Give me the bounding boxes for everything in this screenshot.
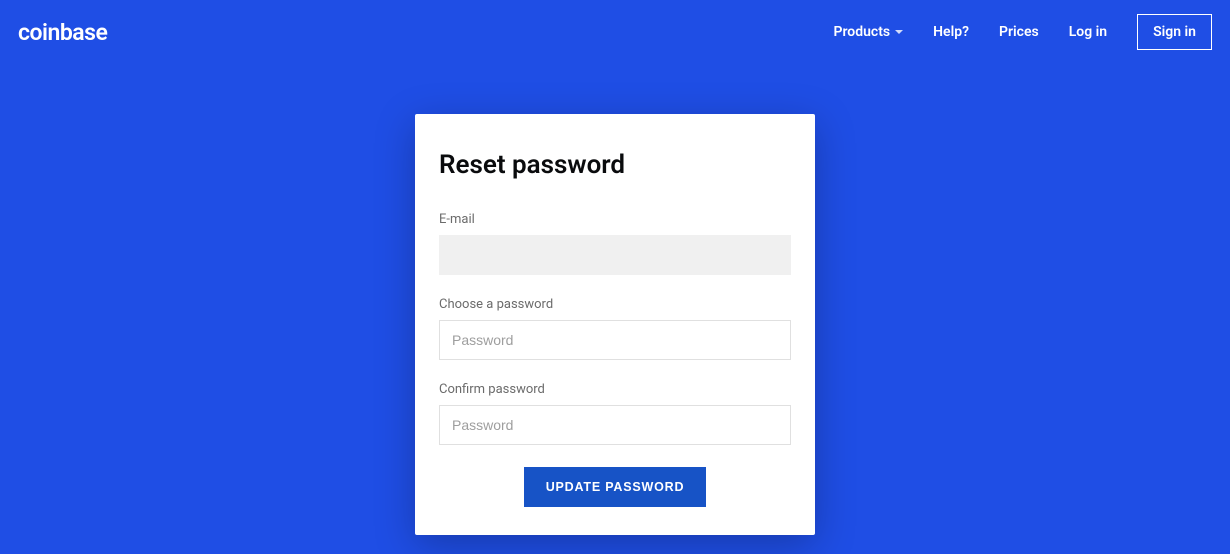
confirm-password-field[interactable]: [439, 405, 791, 445]
nav-products-label: Products: [833, 24, 890, 40]
nav-links: Products Help? Prices Log in Sign in: [833, 14, 1212, 50]
nav-login[interactable]: Log in: [1069, 24, 1107, 40]
choose-password-group: Choose a password: [439, 297, 791, 360]
card-container: Reset password E-mail Choose a password …: [0, 114, 1230, 535]
confirm-password-group: Confirm password: [439, 382, 791, 445]
email-group: E-mail: [439, 212, 791, 275]
submit-wrapper: UPDATE PASSWORD: [439, 467, 791, 507]
nav-help[interactable]: Help?: [933, 24, 969, 40]
choose-password-label: Choose a password: [439, 297, 791, 312]
navbar: coinbase Products Help? Prices Log in Si…: [0, 0, 1230, 64]
reset-password-card: Reset password E-mail Choose a password …: [415, 114, 815, 535]
nav-products[interactable]: Products: [833, 24, 903, 40]
confirm-password-label: Confirm password: [439, 382, 791, 397]
card-title: Reset password: [439, 150, 791, 180]
chevron-down-icon: [895, 30, 903, 34]
update-password-button[interactable]: UPDATE PASSWORD: [524, 467, 707, 507]
signin-button[interactable]: Sign in: [1137, 14, 1212, 50]
email-field[interactable]: [439, 235, 791, 275]
email-label: E-mail: [439, 212, 791, 227]
logo[interactable]: coinbase: [18, 19, 107, 46]
choose-password-field[interactable]: [439, 320, 791, 360]
nav-prices[interactable]: Prices: [999, 24, 1039, 40]
